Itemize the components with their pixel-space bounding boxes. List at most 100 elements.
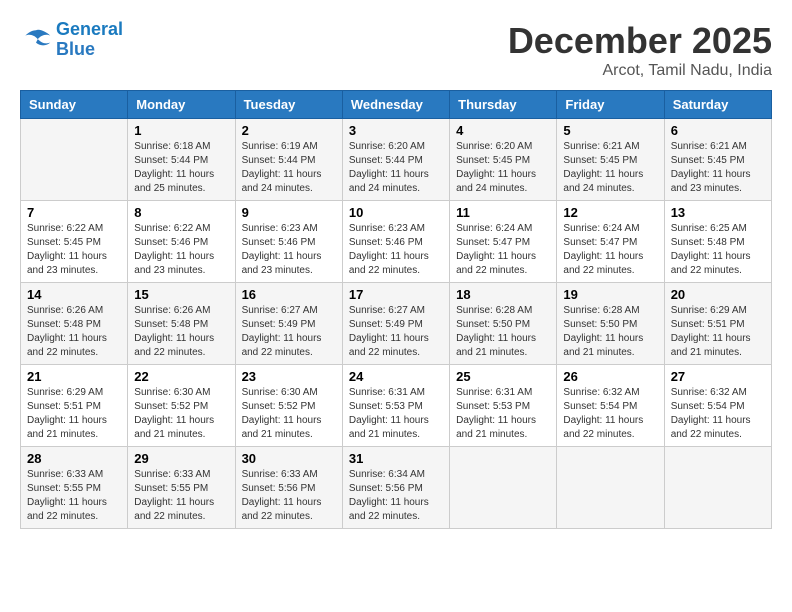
day-info: Sunrise: 6:24 AMSunset: 5:47 PMDaylight:…	[456, 222, 550, 278]
day-info: Sunrise: 6:20 AMSunset: 5:44 PMDaylight:…	[349, 140, 443, 196]
day-number: 14	[27, 287, 121, 302]
day-info: Sunrise: 6:19 AMSunset: 5:44 PMDaylight:…	[242, 140, 336, 196]
calendar-cell: 22 Sunrise: 6:30 AMSunset: 5:52 PMDayligh…	[128, 365, 235, 447]
calendar-header: SundayMondayTuesdayWednesdayThursdayFrid…	[21, 91, 772, 119]
day-info: Sunrise: 6:32 AMSunset: 5:54 PMDaylight:…	[671, 386, 765, 442]
calendar-cell: 21 Sunrise: 6:29 AMSunset: 5:51 PMDayligh…	[21, 365, 128, 447]
calendar-cell: 18 Sunrise: 6:28 AMSunset: 5:50 PMDayligh…	[450, 283, 557, 365]
day-number: 3	[349, 123, 443, 138]
calendar-cell: 12Sunrise: 6:24 AMSunset: 5:47 PMDayligh…	[557, 201, 664, 283]
header-sunday: Sunday	[21, 91, 128, 119]
location: Arcot, Tamil Nadu, India	[508, 62, 772, 80]
day-info: Sunrise: 6:32 AMSunset: 5:54 PMDaylight:…	[563, 386, 657, 442]
day-info: Sunrise: 6:30 AMSunset: 5:52 PMDaylight:…	[242, 386, 336, 442]
calendar-cell: 1Sunrise: 6:18 AMSunset: 5:44 PMDaylight…	[128, 119, 235, 201]
day-info: Sunrise: 6:33 AMSunset: 5:56 PMDaylight:…	[242, 468, 336, 524]
calendar-cell: 10 Sunrise: 6:23 AMSunset: 5:46 PMDayligh…	[342, 201, 449, 283]
day-number: 7	[27, 205, 121, 220]
day-info: Sunrise: 6:27 AMSunset: 5:49 PMDaylight:…	[242, 304, 336, 360]
calendar-cell: 19 Sunrise: 6:28 AMSunset: 5:50 PMDayligh…	[557, 283, 664, 365]
calendar-cell: 25 Sunrise: 6:31 AMSunset: 5:53 PMDayligh…	[450, 365, 557, 447]
day-number: 8	[134, 205, 228, 220]
day-number: 15	[134, 287, 228, 302]
calendar-week-2: 14 Sunrise: 6:26 AMSunset: 5:48 PMDayligh…	[21, 283, 772, 365]
day-info: Sunrise: 6:25 AMSunset: 5:48 PMDaylight:…	[671, 222, 765, 278]
header-tuesday: Tuesday	[235, 91, 342, 119]
day-number: 25	[456, 369, 550, 384]
day-info: Sunrise: 6:21 AMSunset: 5:45 PMDaylight:…	[563, 140, 657, 196]
calendar-week-0: 1Sunrise: 6:18 AMSunset: 5:44 PMDaylight…	[21, 119, 772, 201]
day-info: Sunrise: 6:27 AMSunset: 5:49 PMDaylight:…	[349, 304, 443, 360]
header-monday: Monday	[128, 91, 235, 119]
calendar-cell: 29 Sunrise: 6:33 AMSunset: 5:55 PMDayligh…	[128, 447, 235, 529]
day-info: Sunrise: 6:34 AMSunset: 5:56 PMDaylight:…	[349, 468, 443, 524]
calendar-cell: 30Sunrise: 6:33 AMSunset: 5:56 PMDayligh…	[235, 447, 342, 529]
month-title: December 2025	[508, 20, 772, 62]
day-info: Sunrise: 6:20 AMSunset: 5:45 PMDaylight:…	[456, 140, 550, 196]
logo: General Blue	[20, 20, 123, 60]
day-info: Sunrise: 6:29 AMSunset: 5:51 PMDaylight:…	[671, 304, 765, 360]
day-number: 11	[456, 205, 550, 220]
calendar-cell: 26 Sunrise: 6:32 AMSunset: 5:54 PMDayligh…	[557, 365, 664, 447]
calendar-cell: 2 Sunrise: 6:19 AMSunset: 5:44 PMDaylight…	[235, 119, 342, 201]
day-info: Sunrise: 6:21 AMSunset: 5:45 PMDaylight:…	[671, 140, 765, 196]
calendar-cell: 16Sunrise: 6:27 AMSunset: 5:49 PMDayligh…	[235, 283, 342, 365]
day-info: Sunrise: 6:22 AMSunset: 5:46 PMDaylight:…	[134, 222, 228, 278]
day-number: 19	[563, 287, 657, 302]
day-info: Sunrise: 6:30 AMSunset: 5:52 PMDaylight:…	[134, 386, 228, 442]
day-info: Sunrise: 6:31 AMSunset: 5:53 PMDaylight:…	[349, 386, 443, 442]
calendar-week-3: 21 Sunrise: 6:29 AMSunset: 5:51 PMDayligh…	[21, 365, 772, 447]
day-info: Sunrise: 6:26 AMSunset: 5:48 PMDaylight:…	[134, 304, 228, 360]
day-number: 5	[563, 123, 657, 138]
calendar-cell	[664, 447, 771, 529]
logo-text: General Blue	[56, 20, 123, 60]
calendar-cell: 8 Sunrise: 6:22 AMSunset: 5:46 PMDaylight…	[128, 201, 235, 283]
calendar-cell: 5 Sunrise: 6:21 AMSunset: 5:45 PMDaylight…	[557, 119, 664, 201]
day-info: Sunrise: 6:28 AMSunset: 5:50 PMDaylight:…	[456, 304, 550, 360]
day-info: Sunrise: 6:33 AMSunset: 5:55 PMDaylight:…	[27, 468, 121, 524]
header-wednesday: Wednesday	[342, 91, 449, 119]
calendar-cell: 13 Sunrise: 6:25 AMSunset: 5:48 PMDayligh…	[664, 201, 771, 283]
day-number: 28	[27, 451, 121, 466]
calendar-body: 1Sunrise: 6:18 AMSunset: 5:44 PMDaylight…	[21, 119, 772, 529]
calendar-cell: 7Sunrise: 6:22 AMSunset: 5:45 PMDaylight…	[21, 201, 128, 283]
day-number: 23	[242, 369, 336, 384]
day-number: 10	[349, 205, 443, 220]
day-number: 4	[456, 123, 550, 138]
day-info: Sunrise: 6:31 AMSunset: 5:53 PMDaylight:…	[456, 386, 550, 442]
day-info: Sunrise: 6:33 AMSunset: 5:55 PMDaylight:…	[134, 468, 228, 524]
calendar-cell: 4 Sunrise: 6:20 AMSunset: 5:45 PMDaylight…	[450, 119, 557, 201]
calendar-cell: 27Sunrise: 6:32 AMSunset: 5:54 PMDayligh…	[664, 365, 771, 447]
day-info: Sunrise: 6:23 AMSunset: 5:46 PMDaylight:…	[242, 222, 336, 278]
day-number: 9	[242, 205, 336, 220]
day-info: Sunrise: 6:28 AMSunset: 5:50 PMDaylight:…	[563, 304, 657, 360]
calendar-cell: 20 Sunrise: 6:29 AMSunset: 5:51 PMDayligh…	[664, 283, 771, 365]
day-number: 18	[456, 287, 550, 302]
day-info: Sunrise: 6:26 AMSunset: 5:48 PMDaylight:…	[27, 304, 121, 360]
calendar-cell	[21, 119, 128, 201]
day-number: 13	[671, 205, 765, 220]
day-number: 29	[134, 451, 228, 466]
logo-bird-icon	[20, 26, 52, 54]
day-number: 22	[134, 369, 228, 384]
header-row: SundayMondayTuesdayWednesdayThursdayFrid…	[21, 91, 772, 119]
day-number: 31	[349, 451, 443, 466]
calendar-cell	[557, 447, 664, 529]
calendar-cell: 9 Sunrise: 6:23 AMSunset: 5:46 PMDaylight…	[235, 201, 342, 283]
day-info: Sunrise: 6:23 AMSunset: 5:46 PMDaylight:…	[349, 222, 443, 278]
calendar-cell: 11 Sunrise: 6:24 AMSunset: 5:47 PMDayligh…	[450, 201, 557, 283]
calendar-cell: 6Sunrise: 6:21 AMSunset: 5:45 PMDaylight…	[664, 119, 771, 201]
day-info: Sunrise: 6:29 AMSunset: 5:51 PMDaylight:…	[27, 386, 121, 442]
day-number: 2	[242, 123, 336, 138]
calendar-cell	[450, 447, 557, 529]
day-number: 21	[27, 369, 121, 384]
day-number: 26	[563, 369, 657, 384]
header-thursday: Thursday	[450, 91, 557, 119]
calendar-week-1: 7Sunrise: 6:22 AMSunset: 5:45 PMDaylight…	[21, 201, 772, 283]
calendar-cell: 3 Sunrise: 6:20 AMSunset: 5:44 PMDaylight…	[342, 119, 449, 201]
calendar-week-4: 28 Sunrise: 6:33 AMSunset: 5:55 PMDayligh…	[21, 447, 772, 529]
day-number: 20	[671, 287, 765, 302]
calendar-cell: 14 Sunrise: 6:26 AMSunset: 5:48 PMDayligh…	[21, 283, 128, 365]
day-number: 1	[134, 123, 228, 138]
day-number: 17	[349, 287, 443, 302]
